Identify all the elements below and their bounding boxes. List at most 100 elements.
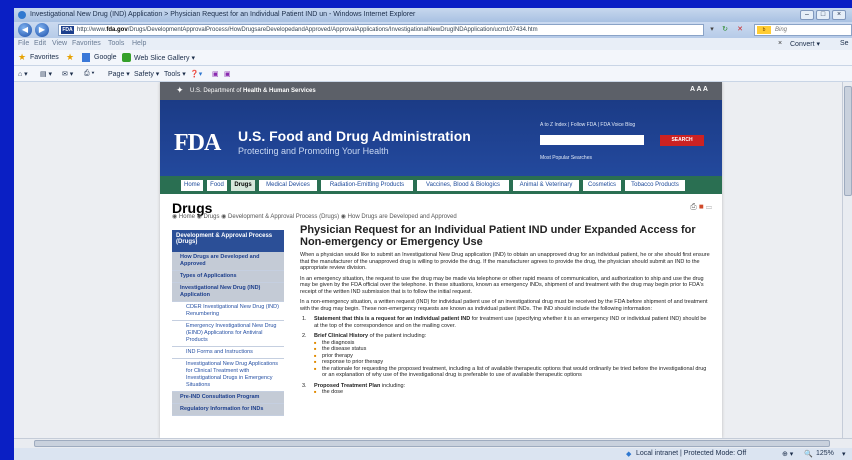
internet-explorer-icon — [18, 11, 26, 19]
tab-radiation-emitting-products[interactable]: Radiation-Emitting Products — [320, 179, 414, 192]
site-favicon: FDA — [61, 26, 74, 34]
intranet-zone-icon: ◆ — [626, 451, 632, 458]
sidebar-item-eind-antiviral[interactable]: Emergency Investigational New Drug (EIND… — [172, 321, 284, 347]
horizontal-scroll-thumb[interactable] — [34, 440, 830, 447]
popular-searches-link[interactable]: Most Popular Searches — [540, 155, 592, 161]
feeds-icon[interactable]: ▤ ▾ — [40, 70, 52, 78]
safety-menu[interactable]: Safety ▾ — [134, 70, 159, 78]
site-name[interactable]: U.S. Food and Drug Administration — [238, 128, 471, 144]
menu-help[interactable]: Help — [132, 40, 146, 47]
menu-view[interactable]: View — [52, 40, 67, 47]
address-row: ◀ ▶ FDA http://www.fda.gov/Drugs/Developm… — [14, 22, 852, 38]
sidebar-item-ind-forms[interactable]: IND Forms and Instructions — [172, 347, 284, 359]
zoom-dropdown-icon[interactable]: ▾ — [842, 450, 846, 458]
site-search-button[interactable]: SEARCH — [660, 135, 704, 146]
hhs-bar: ✦ U.S. Department of Health & Human Serv… — [160, 82, 722, 100]
home-icon[interactable]: ⌂ ▾ — [18, 70, 28, 78]
forward-button[interactable]: ▶ — [35, 23, 49, 37]
sidebar-heading[interactable]: Development & Approval Process (Drugs) — [172, 230, 284, 252]
site-search-input[interactable] — [540, 135, 644, 145]
favorites-bar: ★ Favorites ★ Google Web Slice Gallery ▾ — [14, 50, 852, 66]
favorite-web-slice-gallery[interactable]: Web Slice Gallery ▾ — [134, 54, 195, 62]
favorites-button[interactable]: Favorites — [30, 54, 59, 61]
tab-home[interactable]: Home — [180, 179, 204, 192]
convert-button[interactable]: Convert ▾ — [790, 40, 820, 48]
tab-animal-veterinary[interactable]: Animal & Veterinary — [512, 179, 580, 192]
tools-menu[interactable]: Tools ▾ — [164, 70, 186, 78]
search-placeholder: Bing — [775, 27, 788, 33]
url-path: /Drugs/DevelopmentApprovalProcess/HowDru… — [127, 27, 538, 33]
zoom-icon[interactable]: 🔍 — [804, 450, 813, 458]
status-bar: ◆ Local intranet | Protected Mode: Off ⊕… — [14, 448, 852, 460]
horizontal-scrollbar[interactable] — [14, 438, 852, 448]
list-number: 3. — [302, 382, 307, 389]
minimize-button[interactable]: – — [800, 10, 814, 20]
search-box[interactable]: b Bing — [754, 24, 852, 36]
pdf-icon[interactable]: ■ — [699, 202, 704, 211]
close-button[interactable]: × — [832, 10, 846, 20]
main-nav: Home Food Drugs Medical Devices Radiatio… — [160, 176, 722, 194]
list-item: 3. Proposed Treatment Plan including: the… — [300, 383, 712, 396]
research-icon[interactable]: ▣ — [224, 70, 231, 78]
back-button[interactable]: ◀ — [18, 23, 32, 37]
site-banner: FDA U.S. Food and Drug Administration Pr… — [160, 100, 722, 176]
sidebar-item-ind-application[interactable]: Investigational New Drug (IND) Applicati… — [172, 283, 284, 302]
tab-food[interactable]: Food — [206, 179, 228, 192]
toolbar-close-icon[interactable]: × — [778, 40, 782, 47]
tab-cosmetics[interactable]: Cosmetics — [582, 179, 622, 192]
text-size-controls[interactable]: A A A — [690, 86, 708, 93]
vertical-scrollbar[interactable] — [842, 82, 852, 438]
add-favorites-icon[interactable]: ★ — [66, 52, 74, 63]
menu-bar: File Edit View Favorites Tools Help × Co… — [14, 38, 852, 50]
menu-tools[interactable]: Tools — [108, 40, 124, 47]
mail-icon[interactable]: ✉ ▾ — [62, 70, 73, 78]
article-title: Physician Request for an Individual Pati… — [300, 224, 696, 248]
hhs-label[interactable]: U.S. Department of Health & Human Servic… — [190, 88, 316, 94]
sidebar-item-pre-ind[interactable]: Pre-IND Consultation Program — [172, 392, 284, 404]
vertical-scroll-thumb[interactable] — [844, 86, 852, 196]
breadcrumb[interactable]: ◉ Home ◉ Drugs ◉ Development & Approval … — [172, 213, 457, 220]
title-bar: Investigational New Drug (IND) Applicati… — [14, 8, 852, 22]
sidebar-item-types-of-applications[interactable]: Types of Applications — [172, 271, 284, 283]
sidebar-item-regulatory-info[interactable]: Regulatory Information for INDs — [172, 404, 284, 416]
sidebar-item-ind-emergency[interactable]: Investigational New Drug Applications fo… — [172, 359, 284, 392]
print-page-icon[interactable]: ⎙ — [690, 202, 696, 211]
google-icon — [82, 53, 90, 62]
top-links[interactable]: A to Z Index | Follow FDA | FDA Voice Bl… — [540, 122, 635, 128]
maximize-button[interactable]: □ — [816, 10, 830, 20]
favorites-star-icon: ★ — [18, 52, 27, 62]
list-item-heading: Brief Clinical History — [314, 333, 369, 339]
help-icon[interactable]: ❓▾ — [190, 70, 202, 78]
menu-file[interactable]: File — [18, 40, 29, 47]
fda-logo[interactable]: FDA — [174, 130, 221, 157]
tab-drugs[interactable]: Drugs — [230, 179, 256, 192]
email-page-icon[interactable]: ▭ — [706, 202, 712, 211]
page-menu[interactable]: Page ▾ — [108, 70, 130, 78]
select-button[interactable]: Se — [840, 40, 849, 47]
onenote-icon[interactable]: ▣ — [212, 70, 219, 78]
tab-vaccines-blood-biologics[interactable]: Vaccines, Blood & Biologics — [416, 179, 510, 192]
refresh-icon[interactable]: ↻ — [719, 25, 731, 35]
compatibility-view-icon[interactable]: ▾ — [706, 25, 718, 35]
tab-medical-devices[interactable]: Medical Devices — [258, 179, 318, 192]
security-zone[interactable]: Local intranet | Protected Mode: Off — [636, 450, 746, 457]
list-item-heading: Statement that this is a request for an … — [314, 316, 471, 322]
tab-tobacco-products[interactable]: Tobacco Products — [624, 179, 686, 192]
page-tools: ⎙ ■ ▭ — [690, 202, 712, 212]
favorite-google[interactable]: Google — [94, 54, 117, 61]
sidebar-item-cder-ind-renumbering[interactable]: CDER Investigational New Drug (IND) Renu… — [172, 302, 284, 321]
list-item-text: including: — [380, 382, 406, 389]
address-bar[interactable]: FDA http://www.fda.gov/Drugs/DevelopmentA… — [58, 24, 704, 36]
zoom-level[interactable]: 125% — [816, 450, 834, 457]
menu-favorites[interactable]: Favorites — [72, 40, 101, 47]
protected-mode-icon[interactable]: ⊕ ▾ — [782, 450, 793, 458]
page-viewport: ✦ U.S. Department of Health & Human Serv… — [14, 82, 842, 438]
web-page: ✦ U.S. Department of Health & Human Serv… — [160, 82, 722, 438]
print-icon[interactable]: ⎙ ▾ — [84, 70, 95, 78]
sidebar-item-how-drugs-developed[interactable]: How Drugs are Developed and Approved — [172, 252, 284, 271]
menu-edit[interactable]: Edit — [34, 40, 46, 47]
url-domain: fda.gov — [106, 27, 128, 33]
article-paragraph-1: When a physician would like to submit an… — [300, 252, 710, 271]
article-paragraph-2: In an emergency situation, the request t… — [300, 275, 704, 295]
stop-icon[interactable]: ✕ — [734, 25, 746, 35]
